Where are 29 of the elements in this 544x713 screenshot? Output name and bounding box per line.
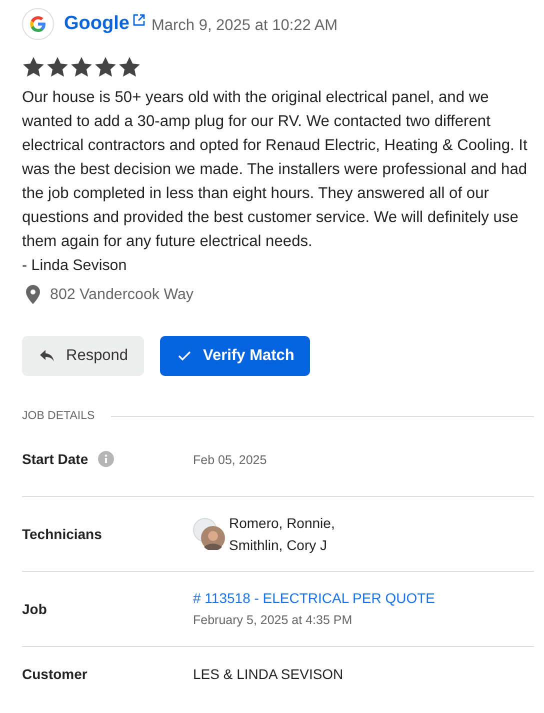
star-icon — [118, 56, 141, 78]
technician-name: Smithlin, Cory J — [229, 536, 328, 555]
check-icon — [178, 351, 192, 361]
star-icon — [94, 56, 117, 78]
reply-icon — [40, 350, 54, 362]
section-title: JOB DETAILS — [22, 410, 95, 422]
star-icon — [22, 56, 45, 78]
field-label: Job — [22, 601, 47, 617]
external-link-icon[interactable] — [133, 14, 146, 26]
google-logo-icon — [22, 8, 54, 40]
star-icon — [70, 56, 93, 78]
job-date: February 5, 2025 at 4:35 PM — [193, 612, 354, 629]
source-link[interactable]: Google — [64, 13, 130, 35]
verify-match-button[interactable]: Verify Match — [160, 336, 310, 376]
star-icon — [46, 56, 69, 78]
respond-button[interactable]: Respond — [22, 336, 144, 376]
location-text: 802 Vandercook Way — [50, 286, 194, 303]
review-text: Our house is 50+ years old with the original electrical panel, and we wanted to add a 30-amp plug for our RV. We contacted two different electrical contractors and opted for Renaud Electric, Heating & Cooling. It was the best decision we made. The installers were professional and had the job completed in less than eight hours. They answered all of our questions and provided the best customer service. We will definitely use them again for any future electrical needs. — [22, 88, 528, 252]
job-link[interactable]: # 113518 - ELECTRICAL PER QUOTE — [193, 588, 435, 608]
field-value: LES & LINDA SEVISON — [193, 666, 344, 682]
location-pin-icon — [26, 285, 40, 304]
field-value: Feb 05, 2025 — [193, 453, 267, 467]
review-author: - Linda Sevison — [22, 256, 128, 276]
field-label: Customer — [22, 666, 88, 682]
field-label: Start Date — [22, 451, 88, 467]
technician-name: Romero, Ronnie, — [229, 514, 335, 533]
avatar-icon — [201, 526, 225, 550]
review-date: March 9, 2025 at 10:22 AM — [151, 17, 338, 35]
field-label: Technicians — [22, 526, 102, 542]
